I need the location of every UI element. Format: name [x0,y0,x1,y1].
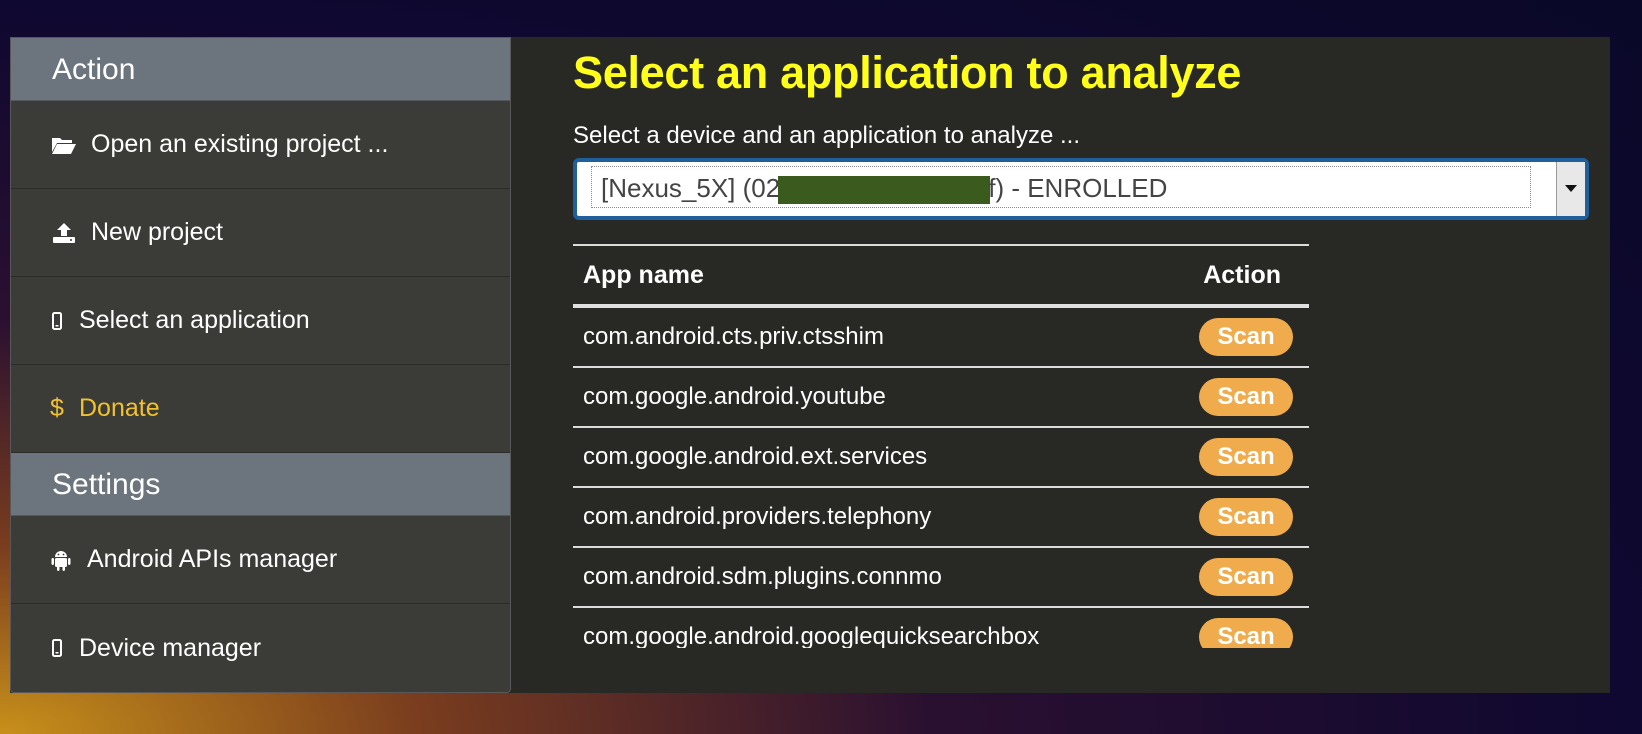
app-window: Action Open an existing project ... New … [10,37,1610,693]
scan-button[interactable]: Scan [1199,618,1293,648]
device-select-value-prefix: [Nexus_5X] (02 [601,173,781,203]
action-cell: Scan [1160,367,1309,428]
sidebar-header-action: Action [11,38,510,101]
sidebar-item-select-application[interactable]: Select an application [11,277,510,365]
scan-button[interactable]: Scan [1199,498,1293,536]
table-row: com.android.cts.priv.ctsshim Scan [573,306,1309,368]
device-select-value: [Nexus_5X] (02 f) - ENROLLED [591,166,1531,208]
device-select-value-suffix: f) - ENROLLED [988,173,1168,203]
mobile-icon [51,311,63,330]
action-cell: Scan [1160,607,1309,648]
table-row: com.google.android.googlequicksearchbox … [573,607,1309,648]
sidebar-item-label: Select an application [79,306,310,334]
sidebar-item-new-project[interactable]: New project [11,189,510,277]
sidebar-header-settings: Settings [11,453,510,516]
upload-icon [51,222,77,244]
scan-button[interactable]: Scan [1199,378,1293,416]
sidebar-item-label: Device manager [79,633,262,662]
table-header-row: App name Action [573,246,1309,308]
app-name-cell: com.google.android.ext.services [573,427,1161,488]
app-name-cell: com.android.cts.priv.ctsshim [573,306,1161,368]
sidebar-item-label: Open an existing project ... [91,130,389,158]
device-select[interactable]: [Nexus_5X] (02 f) - ENROLLED [573,158,1589,220]
sidebar-item-open-project[interactable]: Open an existing project ... [11,101,510,189]
app-name-cell: com.android.providers.telephony [573,487,1161,548]
action-cell: Scan [1160,306,1309,368]
column-header-app-name: App name [573,246,1161,308]
scan-button[interactable]: Scan [1199,558,1293,596]
app-name-cell: com.google.android.googlequicksearchbox [573,607,1161,648]
table-row: com.google.android.ext.services Scan [573,427,1309,488]
android-icon [51,549,71,571]
scan-button[interactable]: Scan [1199,318,1293,356]
table-row: com.android.providers.telephony Scan [573,487,1309,548]
sidebar-item-android-apis-manager[interactable]: Android APIs manager [11,516,510,604]
page-title: Select an application to analyze [573,47,1242,98]
table-row: com.android.sdm.plugins.connmo Scan [573,547,1309,608]
action-cell: Scan [1160,427,1309,488]
sidebar-item-donate[interactable]: $ Donate [11,365,510,453]
scan-button[interactable]: Scan [1199,438,1293,476]
sidebar-item-label: New project [91,218,223,246]
apps-table-container[interactable]: App name Action com.android.cts.priv.cts… [573,244,1309,648]
column-header-action: Action [1160,246,1309,308]
redacted-device-id [778,176,991,205]
main-panel: Select an application to analyze Select … [511,37,1610,693]
dollar-icon: $ [50,394,64,422]
sidebar-item-label: Donate [79,394,160,422]
table-row: com.google.android.youtube Scan [573,367,1309,428]
sidebar-item-device-manager[interactable]: Device manager [11,604,510,692]
device-select-label: Select a device and an application to an… [573,122,1080,149]
app-name-cell: com.google.android.youtube [573,367,1161,428]
sidebar-item-label: Android APIs manager [87,545,338,573]
action-cell: Scan [1160,487,1309,548]
select-dropdown-button[interactable] [1556,162,1585,216]
caret-down-icon [1565,180,1577,198]
sidebar: Action Open an existing project ... New … [10,37,511,693]
mobile-icon [51,639,63,657]
folder-open-icon [51,135,77,155]
action-cell: Scan [1160,547,1309,608]
app-name-cell: com.android.sdm.plugins.connmo [573,547,1161,608]
apps-table: App name Action com.android.cts.priv.cts… [573,246,1309,648]
